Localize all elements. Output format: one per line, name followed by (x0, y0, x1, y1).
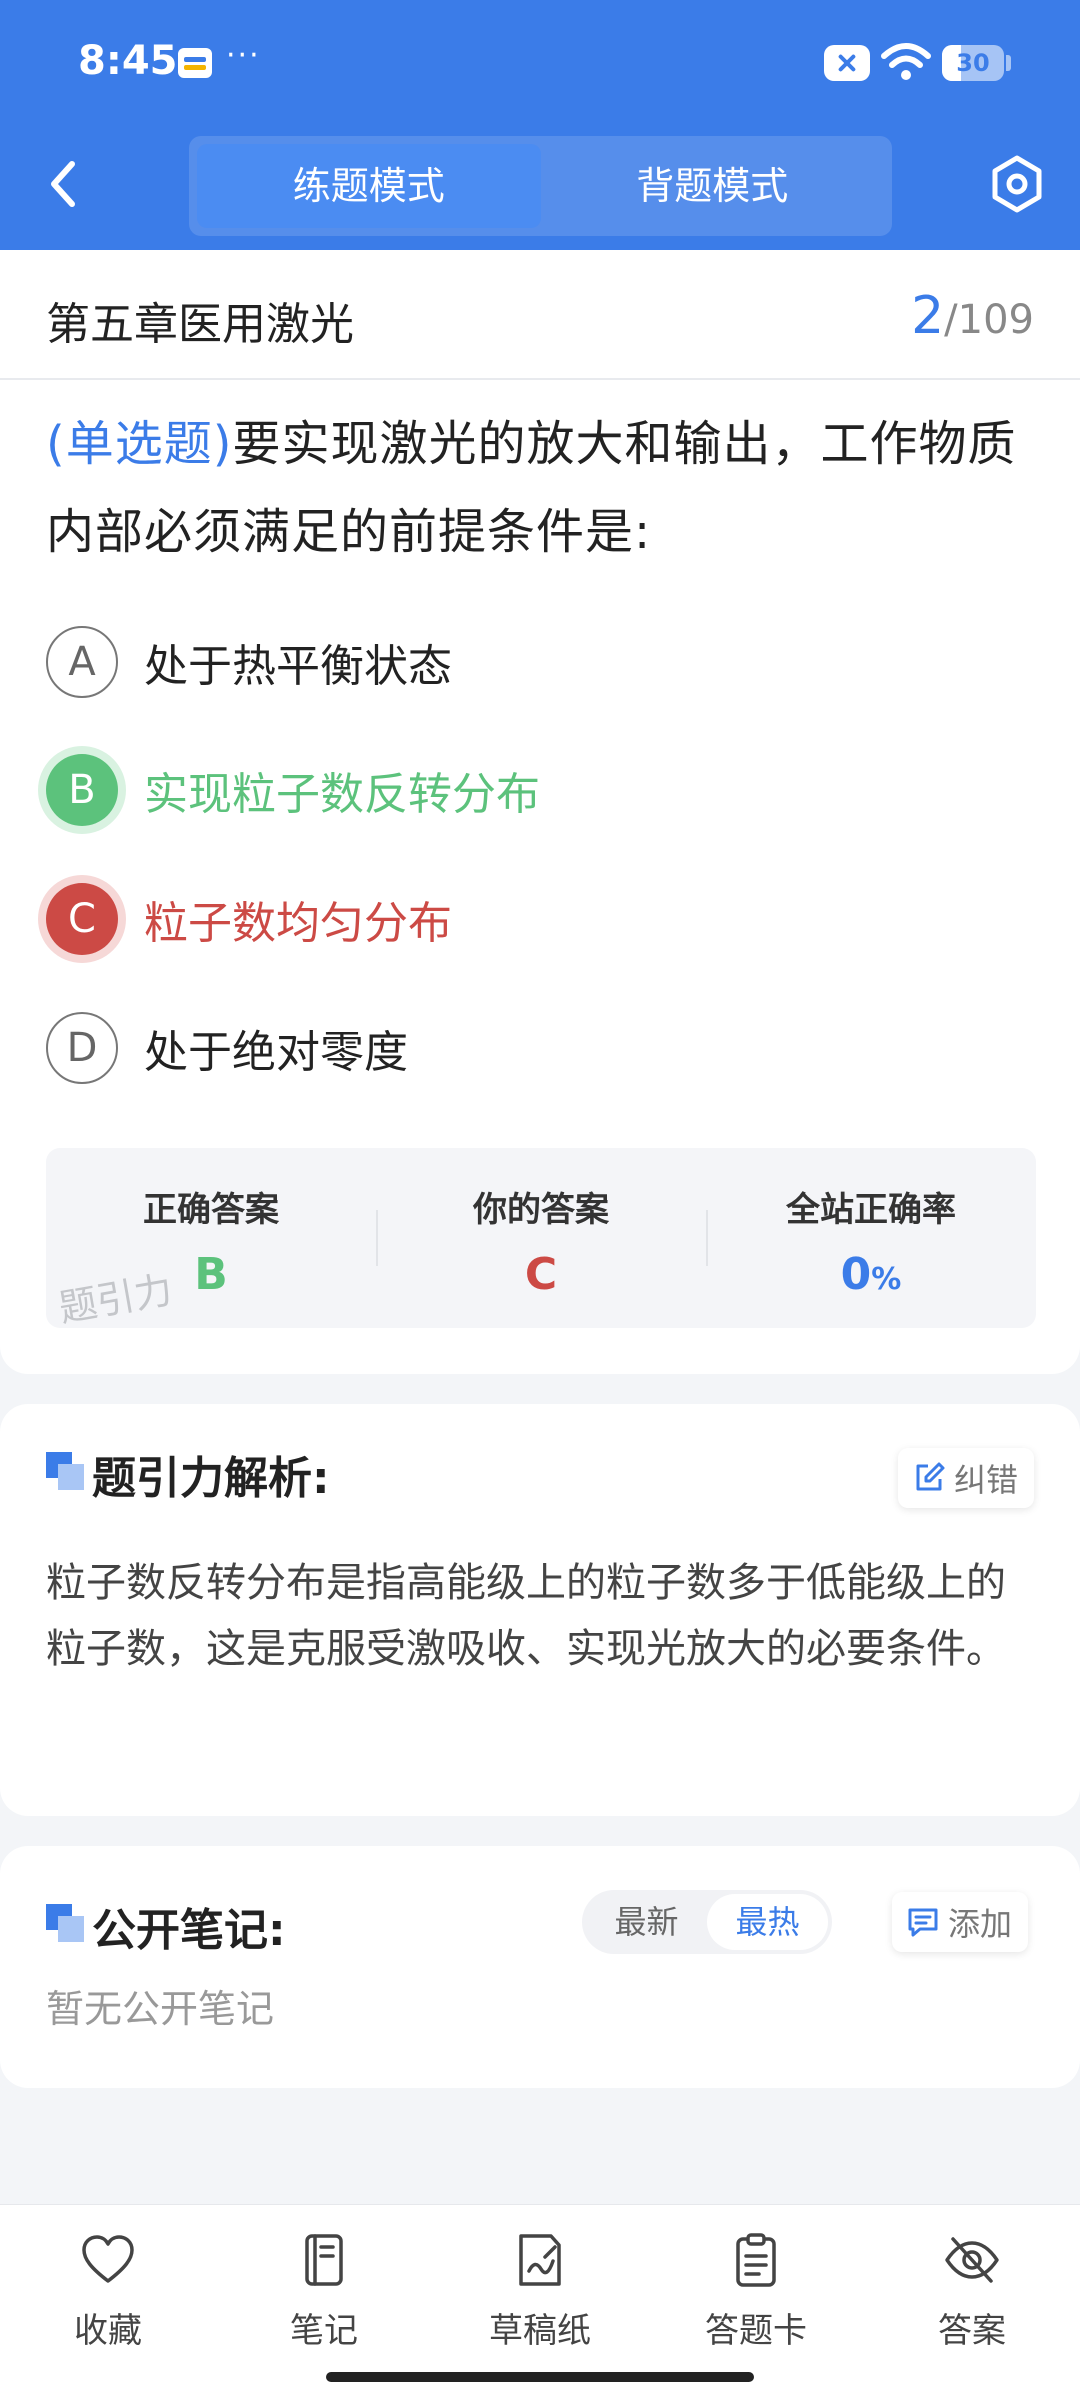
show-answer-button[interactable]: 答案 (864, 2205, 1080, 2400)
analysis-title: 题引力解析: (92, 1453, 330, 1504)
option-letter: B (46, 754, 118, 826)
comment-icon (908, 1908, 938, 1937)
progress-total: /109 (944, 297, 1034, 343)
notes-label: 笔记 (290, 2311, 358, 2351)
notes-sort-toggle: 最新 最热 (582, 1890, 832, 1954)
question-card: 第五章医用激光 2/109 (单选题)要实现激光的放大和输出，工作物质内部必须满… (0, 250, 1080, 1374)
question-progress: 2/109 (911, 286, 1034, 346)
section-square-icon (46, 1452, 84, 1490)
option-c[interactable]: C 粒子数均匀分布 (46, 879, 1036, 959)
battery-icon: 30 (942, 45, 1004, 81)
status-bar: 8:45 ··· 30 (0, 0, 1080, 125)
option-text: 实现粒子数反转分布 (144, 769, 540, 820)
status-time: 8:45 (78, 38, 178, 84)
battery-tip (1006, 55, 1011, 71)
your-answer-label: 你的答案 (473, 1190, 609, 1230)
option-b[interactable]: B 实现粒子数反转分布 (46, 750, 1036, 830)
question-type: (单选题) (46, 416, 233, 472)
favorite-button[interactable]: 收藏 (0, 2205, 216, 2400)
accuracy-rate-value: 0% (706, 1249, 1036, 1300)
option-letter: A (46, 626, 118, 698)
question-text: (单选题)要实现激光的放大和输出，工作物质内部必须满足的前提条件是: (46, 400, 1036, 576)
eye-off-icon (945, 2237, 999, 2283)
chapter-title: 第五章医用激光 (46, 299, 354, 350)
add-note-label: 添加 (948, 1905, 1013, 1943)
option-letter: D (46, 1012, 118, 1084)
option-a[interactable]: A 处于热平衡状态 (46, 622, 1036, 702)
show-answer-label: 答案 (938, 2311, 1006, 2351)
rate-unit: % (871, 1262, 902, 1297)
sort-newest[interactable]: 最新 (586, 1894, 707, 1950)
notes-title: 公开笔记: (92, 1905, 286, 1956)
favorite-label: 收藏 (74, 2311, 142, 2351)
home-indicator[interactable] (326, 2372, 754, 2382)
back-arrow-icon[interactable] (36, 150, 92, 218)
option-d[interactable]: D 处于绝对零度 (46, 1008, 1036, 1088)
option-text: 处于热平衡状态 (144, 641, 452, 692)
report-error-label: 纠错 (954, 1461, 1019, 1499)
section-square-icon (46, 1904, 84, 1942)
settings-icon[interactable] (985, 152, 1049, 216)
correct-answer-label: 正确答案 (143, 1190, 279, 1230)
answer-sheet-label: 答题卡 (705, 2311, 807, 2351)
progress-current: 2 (911, 286, 945, 346)
more-notifications-icon: ··· (226, 38, 261, 73)
tab-practice-mode[interactable]: 练题模式 (197, 144, 541, 228)
heart-icon (82, 2235, 134, 2283)
answer-summary: 正确答案 B 题引力 你的答案 C 全站正确率 0% (46, 1148, 1036, 1331)
app-header: 8:45 ··· 30 练题模式 背题模式 (0, 0, 1080, 250)
notes-empty-text: 暂无公开笔记 (46, 1987, 275, 2031)
add-note-button[interactable]: 添加 (892, 1892, 1029, 1952)
wallet-app-icon (178, 48, 212, 78)
accuracy-rate-label: 全站正确率 (786, 1190, 956, 1230)
notebook-icon (305, 2234, 343, 2286)
your-answer-value: C (524, 1249, 558, 1300)
accuracy-rate-col: 全站正确率 0% (706, 1148, 1036, 1328)
scratch-paper-button[interactable]: 草稿纸 (432, 2205, 648, 2400)
sort-hottest[interactable]: 最热 (707, 1894, 828, 1950)
tab-memorize-mode[interactable]: 背题模式 (541, 144, 885, 228)
mode-switch: 练题模式 背题模式 (189, 136, 892, 236)
option-letter: C (46, 883, 118, 955)
your-answer-col: 你的答案 C (376, 1148, 706, 1328)
scratch-paper-icon (519, 2234, 561, 2286)
report-error-button[interactable]: 纠错 (898, 1448, 1035, 1508)
notes-button[interactable]: 笔记 (216, 2205, 432, 2400)
rate-number: 0 (840, 1249, 872, 1300)
analysis-text: 粒子数反转分布是指高能级上的粒子数多于低能级上的粒子数，这是克服受激吸收、实现光… (46, 1560, 1006, 1672)
bottom-toolbar: 收藏 笔记 草稿纸 答题卡 答案 (0, 2204, 1080, 2400)
battery-text: 30 (956, 49, 990, 77)
correct-answer-col: 正确答案 B 题引力 (46, 1148, 376, 1331)
wifi-icon (881, 43, 931, 80)
answer-sheet-icon (736, 2233, 776, 2287)
analysis-card: 题引力解析: 纠错 粒子数反转分布是指高能级上的粒子数多于低能级上的粒子数，这是… (0, 1404, 1080, 1816)
edit-icon (916, 1462, 945, 1491)
public-notes-card: 公开笔记: 最新 最热 添加 暂无公开笔记 (0, 1846, 1080, 2088)
option-text: 粒子数均匀分布 (144, 898, 452, 949)
answer-sheet-button[interactable]: 答题卡 (648, 2205, 864, 2400)
chapter-row: 第五章医用激光 2/109 (0, 250, 1080, 380)
option-text: 处于绝对零度 (144, 1027, 408, 1078)
no-sim-icon (824, 45, 870, 81)
scratch-paper-label: 草稿纸 (489, 2311, 591, 2351)
